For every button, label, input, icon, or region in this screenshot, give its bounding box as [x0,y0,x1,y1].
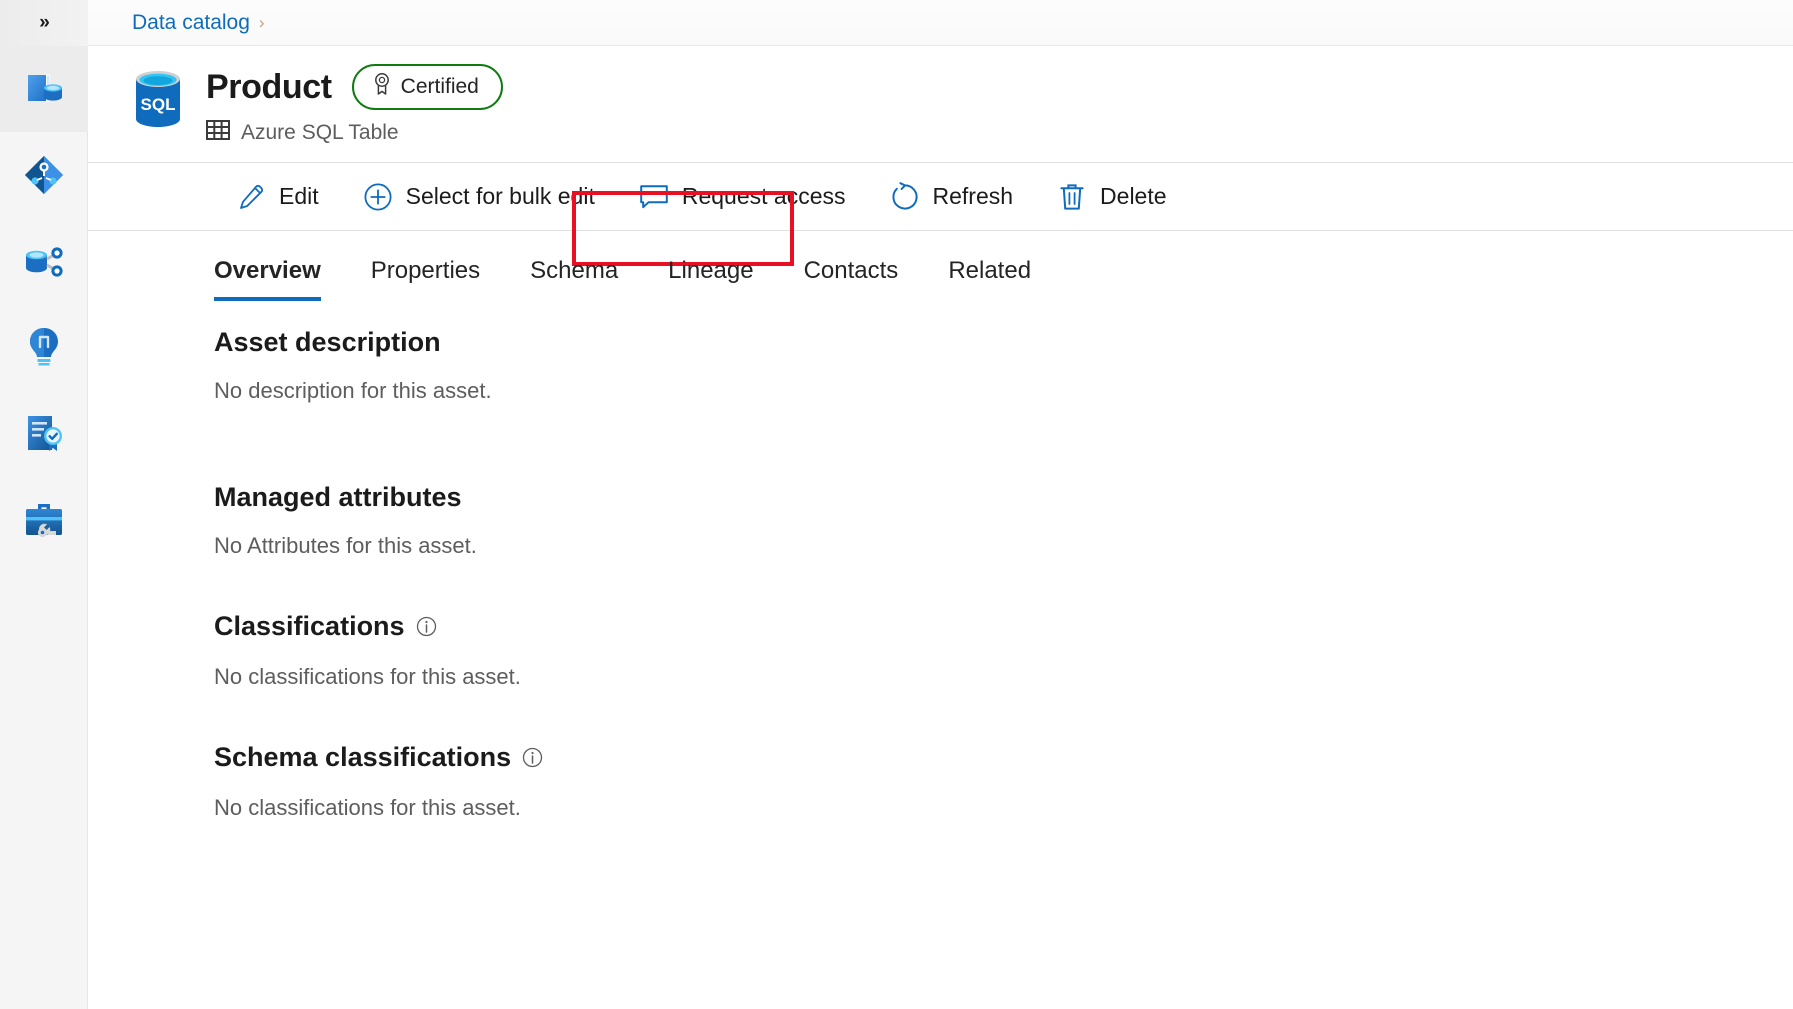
tab-lineage[interactable]: Lineage [643,257,778,301]
info-icon[interactable] [416,613,437,644]
section-classifications: Classifications No classifications for t… [214,611,1793,690]
tab-related-label: Related [948,257,1031,284]
breadcrumb: Data catalog › [88,0,1793,46]
section-heading: Schema classifications [214,742,1793,775]
section-heading: Managed attributes [214,482,1793,513]
sidebar-item-data-map[interactable] [0,132,88,218]
section-schema-classifications: Schema classifications No classification… [214,742,1793,821]
tab-related[interactable]: Related [923,257,1056,301]
overview-content: Asset description No description for thi… [88,301,1793,1009]
left-navigation-rail: » [0,0,88,1009]
section-heading: Asset description [214,327,1793,358]
asset-type-label: Azure SQL Table [241,121,399,145]
sidebar-item-management[interactable] [0,476,88,562]
schema-classifications-body: No classifications for this asset. [214,795,1793,821]
request-access-label: Request access [682,183,846,210]
tab-properties-label: Properties [371,257,480,284]
tab-properties[interactable]: Properties [346,257,505,301]
data-map-diamond-icon [20,151,68,199]
asset-description-body: No description for this asset. [214,378,1793,404]
plus-circle-icon [363,182,393,212]
asset-tabs: Overview Properties Schema Lineage Conta… [88,231,1793,301]
section-heading: Classifications [214,611,1793,644]
tab-schema[interactable]: Schema [505,257,643,301]
asset-header: SQL Product Certified [88,46,1793,163]
delete-button[interactable]: Delete [1035,163,1188,231]
app-root: » [0,0,1793,1009]
breadcrumb-item-data-catalog[interactable]: Data catalog [132,11,250,35]
certificate-badge-icon [20,409,68,457]
status-badge-certified: Certified [352,64,503,110]
section-managed-attributes: Managed attributes No Attributes for thi… [214,482,1793,559]
edit-label: Edit [279,183,319,210]
certified-label: Certified [401,75,479,99]
request-access-button[interactable]: Request access [617,163,868,231]
classifications-heading: Classifications [214,611,405,642]
edit-button[interactable]: Edit [214,163,341,231]
sidebar-item-data-estate-insights[interactable] [0,304,88,390]
tab-overview[interactable]: Overview [214,257,346,301]
azure-sql-database-icon: SQL [132,64,184,126]
managed-attributes-heading: Managed attributes [214,482,462,513]
briefcase-wrench-icon [20,495,68,543]
section-asset-description: Asset description No description for thi… [214,327,1793,404]
refresh-icon [890,182,920,212]
classifications-body: No classifications for this asset. [214,664,1793,690]
sidebar-item-data-sharing[interactable] [0,218,88,304]
tab-contacts[interactable]: Contacts [779,257,924,301]
command-bar: Edit Select for bulk edit Request a [88,163,1793,231]
refresh-label: Refresh [933,183,1014,210]
page-title: Product [206,68,332,107]
sidebar-item-data-policy[interactable] [0,390,88,476]
tab-overview-label: Overview [214,257,321,284]
table-grid-icon [206,119,230,146]
schema-classifications-heading: Schema classifications [214,742,511,773]
sidebar-item-data-catalog[interactable] [0,46,88,132]
trash-icon [1057,182,1087,212]
tab-contacts-label: Contacts [804,257,899,284]
rail-expand-button[interactable]: » [0,0,88,46]
asset-description-heading: Asset description [214,327,441,358]
select-for-bulk-edit-label: Select for bulk edit [406,183,595,210]
main-panel: Data catalog › SQL Product [88,0,1793,1009]
tab-lineage-label: Lineage [668,257,753,284]
pencil-icon [236,182,266,212]
asset-type-row: Azure SQL Table [206,119,503,146]
comment-bubble-icon [639,182,669,212]
managed-attributes-body: No Attributes for this asset. [214,533,1793,559]
chevron-right-icon: › [259,13,265,33]
refresh-button[interactable]: Refresh [868,163,1036,231]
info-icon[interactable] [522,744,543,775]
delete-label: Delete [1100,183,1166,210]
chevron-double-right-icon: » [39,12,48,34]
book-database-icon [20,65,68,113]
select-for-bulk-edit-button[interactable]: Select for bulk edit [341,163,617,231]
tab-schema-label: Schema [530,257,618,284]
certified-ribbon-icon [372,72,392,102]
svg-text:SQL: SQL [141,95,176,114]
database-share-icon [20,237,68,285]
lightbulb-icon [20,323,68,371]
